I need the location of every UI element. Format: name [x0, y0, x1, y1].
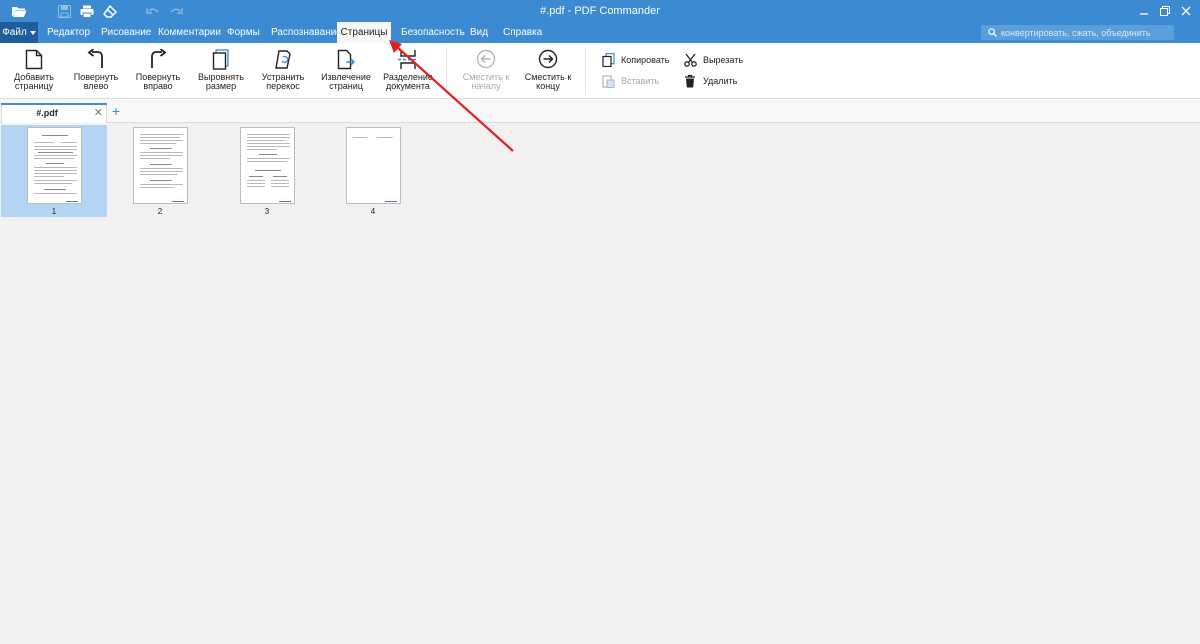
tab-pages[interactable]: Страницы [337, 22, 391, 43]
extract-pages-button[interactable]: Извлечение страниц [316, 48, 376, 96]
page-preview [346, 127, 401, 204]
rotate-right-icon [147, 48, 169, 70]
close-window-icon[interactable] [1176, 2, 1196, 20]
page-thumbnail[interactable]: 4 [320, 125, 426, 217]
window-title: #.pdf - PDF Commander [540, 5, 660, 17]
cut-button[interactable]: Вырезать [683, 51, 743, 69]
page-number: 3 [264, 207, 270, 216]
pdf-commander-window: #.pdf - PDF Commander Файл Редактор Рисо… [0, 0, 1200, 644]
tab-view[interactable]: Вид [470, 22, 488, 43]
file-menu-label: Файл [2, 27, 27, 38]
move-to-start-label: Сместить к началу [462, 72, 510, 91]
page-preview [240, 127, 295, 204]
close-tab-icon[interactable]: ✕ [94, 106, 103, 119]
deskew-button[interactable]: Устранить перекос [253, 48, 313, 96]
move-to-start-icon [475, 48, 497, 70]
search-icon [985, 26, 999, 40]
tab-help[interactable]: Справка [503, 22, 542, 43]
split-document-icon [397, 48, 419, 70]
move-to-end-label: Сместить к концу [524, 72, 572, 91]
delete-button[interactable]: Удалить [683, 72, 737, 90]
delete-icon [683, 74, 697, 88]
align-size-label: Выровнять размер [198, 72, 244, 91]
menu-bar: Файл Редактор Рисование Комментарии Форм… [0, 22, 1200, 43]
move-to-start-button[interactable]: Сместить к началу [456, 48, 516, 96]
deskew-label: Устранить перекос [261, 72, 305, 91]
move-to-end-button[interactable]: Сместить к концу [518, 48, 578, 96]
file-menu-button[interactable]: Файл [0, 22, 38, 43]
tab-comments[interactable]: Комментарии [158, 22, 221, 43]
add-page-label: Добавить страницу [14, 72, 54, 91]
page-preview [27, 127, 82, 204]
tab-recognition[interactable]: Распознавание [271, 22, 342, 43]
page-thumbnail[interactable]: 1 [1, 125, 107, 217]
page-thumbnail[interactable]: 2 [107, 125, 213, 217]
rotate-right-label: Повернуть вправо [135, 72, 181, 91]
ribbon-toolbar: Добавить страницу Повернуть влево Поверн… [0, 43, 1200, 99]
tab-forms[interactable]: Формы [227, 22, 260, 43]
add-page-button[interactable]: Добавить страницу [4, 48, 64, 96]
document-tab[interactable]: #.pdf ✕ [1, 103, 107, 123]
move-to-end-icon [537, 48, 559, 70]
cut-icon [683, 53, 697, 67]
delete-label: Удалить [703, 76, 738, 86]
rotate-right-button[interactable]: Повернуть вправо [128, 48, 188, 96]
rotate-left-button[interactable]: Повернуть влево [66, 48, 126, 96]
align-size-button[interactable]: Выровнять размер [191, 48, 251, 96]
chevron-down-icon [29, 30, 36, 35]
page-number: 2 [157, 207, 163, 216]
tab-security[interactable]: Безопасность [401, 22, 465, 43]
document-tab-name: #.pdf [36, 108, 58, 118]
deskew-icon [272, 48, 294, 70]
page-number: 1 [51, 207, 57, 216]
restore-icon[interactable] [1155, 2, 1175, 20]
split-document-label: Разделение документа [383, 72, 433, 91]
page-number: 4 [370, 207, 376, 216]
extract-pages-label: Извлечение страниц [321, 72, 371, 91]
add-page-icon [23, 48, 45, 70]
rotate-left-icon [85, 48, 107, 70]
page-preview [133, 127, 188, 204]
document-tab-bar: #.pdf ✕ [0, 99, 1200, 123]
tab-drawing[interactable]: Рисование [101, 22, 151, 43]
add-tab-icon[interactable]: + [110, 104, 122, 118]
split-document-button[interactable]: Разделение документа [378, 48, 438, 96]
paste-button[interactable]: Вставить [601, 72, 659, 90]
paste-icon [601, 74, 615, 88]
search-box[interactable]: конвертировать, сжать, объединить [981, 25, 1174, 40]
rotate-left-label: Повернуть влево [73, 72, 119, 91]
copy-button[interactable]: Копировать [601, 51, 669, 69]
search-input-placeholder: конвертировать, сжать, объединить [1001, 27, 1151, 38]
tab-editor[interactable]: Редактор [47, 22, 90, 43]
page-thumbnails-area: 1 2 3 4 [0, 123, 1200, 644]
copy-icon [601, 53, 615, 67]
cut-label: Вырезать [703, 55, 744, 65]
copy-label: Копировать [621, 55, 670, 65]
ribbon-separator [446, 48, 447, 94]
align-size-icon [210, 48, 232, 70]
extract-pages-icon [335, 48, 357, 70]
paste-label: Вставить [621, 76, 660, 86]
ribbon-separator [585, 48, 586, 94]
minimize-icon[interactable] [1134, 2, 1154, 20]
page-thumbnail[interactable]: 3 [214, 125, 320, 217]
title-bar: #.pdf - PDF Commander [0, 0, 1200, 22]
